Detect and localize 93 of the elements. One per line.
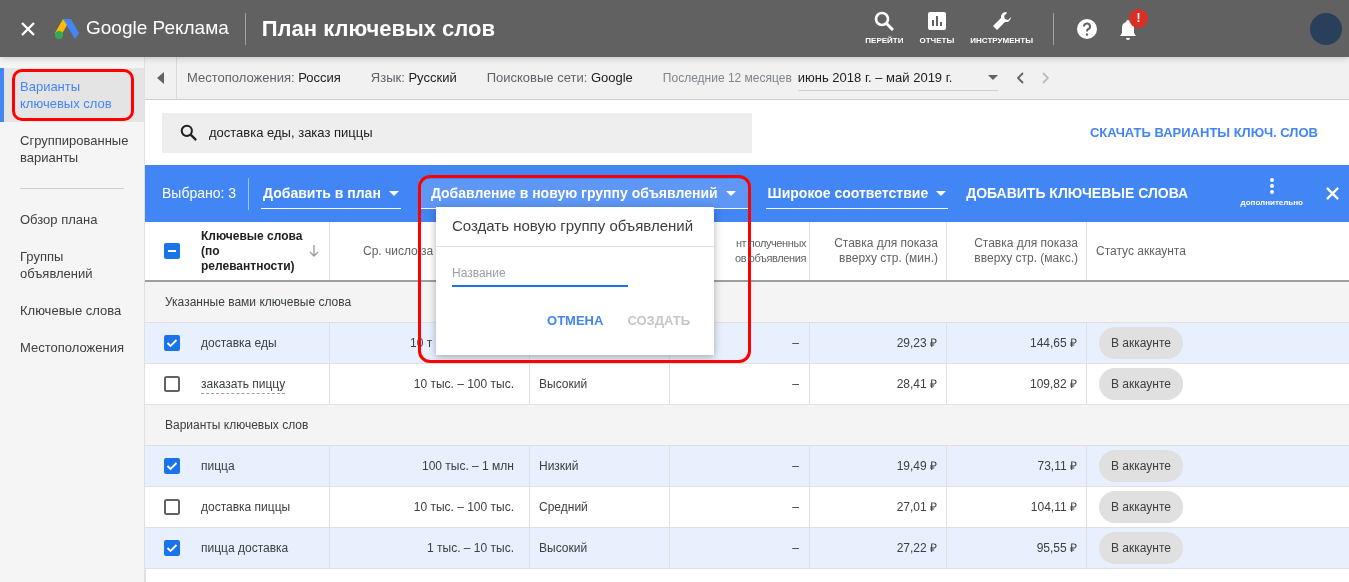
close-icon[interactable] [20,20,36,37]
more-vertical-icon [1269,178,1274,194]
selected-count: Выбрано: 3 [162,184,237,203]
status-chip: В аккаунте [1099,327,1183,359]
toolbar-dropdown[interactable]: Широкое соответствие [765,178,949,209]
toolbar-dropdown[interactable]: Добавить в план [261,178,401,209]
table-cell-text: 1 тыс. – 10 тыс. [427,540,514,557]
table-row[interactable]: пицца 100 тыс. – 1 млн Низкий – 19,49 ₽ 73,11 ₽ В аккаунте [145,446,1349,487]
status-chip: В аккаунте [1099,450,1183,482]
nav-button[interactable]: ПЕРЕЙТИ [865,10,904,47]
column-header[interactable]: Ключевые слова (по релевантности) [201,228,309,274]
table-cell-text: Высокий [539,540,588,557]
popup-title: Создать новую группу объявлений [452,216,694,237]
caret-down-icon [388,190,399,196]
table-cell-text: 19,49 ₽ [896,458,937,475]
table-cell-text: 95,55 ₽ [1036,540,1077,557]
checkbox[interactable] [164,376,180,392]
product-name: Google Реклама [86,16,229,41]
table-cell-text: – [792,458,799,475]
table-cell-text: – [792,335,799,352]
caret-down-icon [936,190,947,196]
table-row[interactable]: заказать пиццу 10 тыс. – 100 тыс. Высокий – 28,41 ₽ 109,82 ₽ В аккаунте [145,364,1349,405]
sidebar-item[interactable]: Сгруппированные варианты [0,122,144,176]
column-header[interactable]: Ср. число за [363,243,434,259]
add-keywords-button[interactable]: ДОБАВИТЬ КЛЮЧЕВЫЕ СЛОВА [966,183,1189,204]
table-cell-text: Низкий [539,458,579,475]
caret-down-icon [987,75,998,80]
section-title: Варианты ключевых слов [165,417,309,434]
column-header[interactable]: Ставка для показа вверху стр. (макс.) [947,236,1078,266]
table-cell-text: 109,82 ₽ [1029,376,1077,393]
close-icon[interactable] [1325,186,1340,201]
filter-label[interactable]: Поисковые сети: Google [486,68,633,88]
table-cell-text: – [792,499,799,516]
filter-label[interactable]: Язык: Русский [370,68,457,88]
page-title: План ключевых слов [261,15,495,43]
table-row[interactable]: доставка пиццы 10 тыс. – 100 тыс. Средний – 27,01 ₽ 104,11 ₽ В аккаунте [145,487,1349,528]
status-chip: В аккаунте [1099,491,1183,523]
table-row[interactable]: пицца доставка 1 тыс. – 10 тыс. Высокий – 27,22 ₽ 95,55 ₽ В аккаунте [145,528,1349,569]
table-cell-text: 29,23 ₽ [896,335,937,352]
sidebar-item[interactable]: Ключевые слова [0,292,144,329]
column-header[interactable]: Статус аккаунта [1096,243,1186,259]
checkbox[interactable] [164,243,180,259]
keyword-text: пицца доставка [201,540,289,557]
notification-badge: ! [1129,8,1148,28]
section-title: Указанные вами ключевые слова [165,294,352,311]
search-input[interactable]: доставка еды, заказ пиццы [209,122,734,143]
table-cell-text: 27,01 ₽ [896,499,937,516]
checkbox[interactable] [164,540,180,556]
filter-label[interactable]: Местоположения: Россия [187,68,341,88]
table-cell-text: 10 тыс. – 100 тыс. [413,499,514,516]
bar-chart-icon [926,10,947,31]
nav-button[interactable]: ОТЧЕТЫ [919,10,955,47]
table-cell-text: Высокий [539,376,588,393]
table-cell-text: 104,11 ₽ [1030,499,1077,516]
column-header[interactable]: Ставка для показа вверху стр. (мин.) [810,236,938,266]
search-icon [874,10,895,31]
more-button[interactable]: дополнительно [1240,178,1303,209]
keyword-text: заказать пиццу [201,374,286,394]
nav-button[interactable]: ИНСТРУМЕНТЫ [970,10,1033,47]
sort-arrow-icon[interactable] [309,245,319,257]
table-cell-text: 100 тыс. – 1 млн [421,458,514,475]
date-range-dropdown[interactable]: июнь 2018 г. – май 2019 г. [797,65,998,91]
sidebar-item[interactable]: Обзор плана [0,201,144,238]
caret-down-icon [725,190,736,196]
sidebar-item[interactable]: Местоположения [0,329,144,366]
table-cell-text: – [792,376,799,393]
table-cell-text: Средний [539,499,588,516]
keyword-text: доставка еды [201,335,277,352]
date-range-label: Последние 12 месяцев [662,70,792,87]
logo-icon [54,17,80,40]
help-icon[interactable] [1076,17,1098,40]
keyword-text: доставка пиццы [201,499,291,516]
table-cell-text: 10 тыс. – 100 тыс. [413,376,514,393]
search-field[interactable]: доставка еды, заказ пиццы [162,112,752,153]
chevron-left-icon[interactable] [1015,72,1024,84]
search-icon [180,124,197,141]
status-chip: В аккаунте [1099,368,1183,400]
table-cell-text: – [792,540,799,557]
sidebar-item[interactable]: Группы объявлений [0,238,144,292]
checkbox[interactable] [164,458,180,474]
table-cell-text: 73,11 ₽ [1037,458,1077,475]
keyword-text: пицца [201,458,235,475]
table-cell-text: 144,65 ₽ [1029,335,1077,352]
wrench-icon [991,10,1012,31]
bell-icon[interactable] [1118,18,1138,41]
table-cell-text: 27,22 ₽ [896,540,937,557]
table-cell-text: 28,41 ₽ [896,376,937,393]
caret-left-icon [157,72,164,84]
name-input-field[interactable]: Название [452,260,628,287]
checkbox[interactable] [164,499,180,515]
download-link[interactable]: СКАЧАТЬ ВАРИАНТЫ КЛЮЧ. СЛОВ [1089,122,1318,143]
checkbox[interactable] [164,335,180,351]
status-chip: В аккаунте [1099,532,1183,564]
